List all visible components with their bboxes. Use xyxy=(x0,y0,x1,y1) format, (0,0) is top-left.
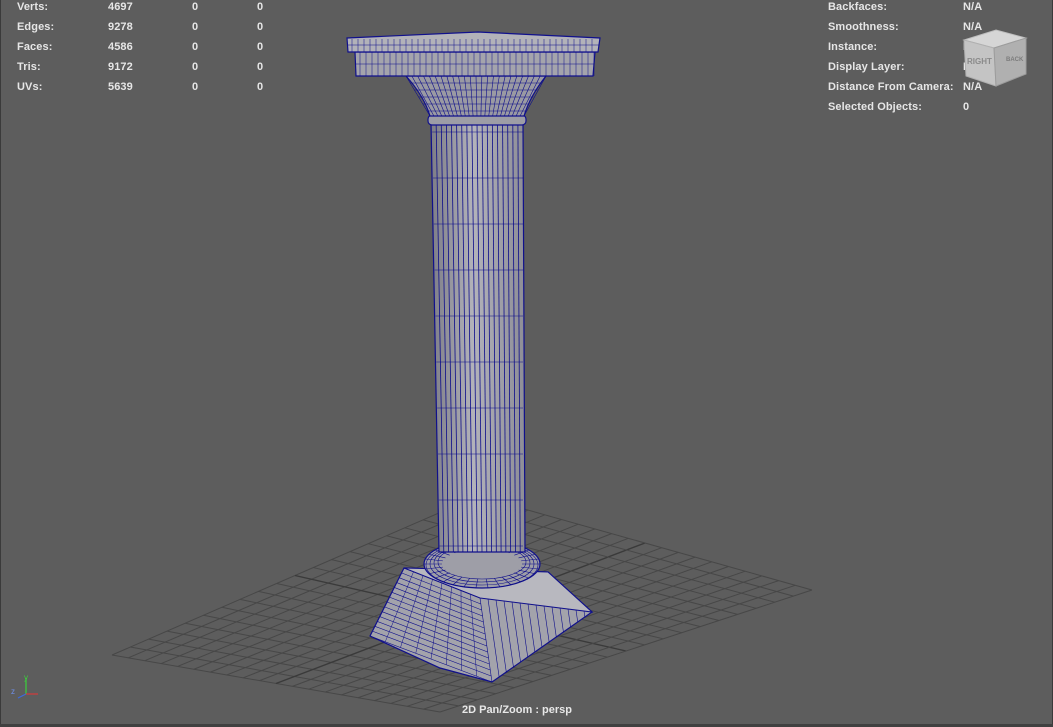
poly-count-label: Faces: xyxy=(17,41,53,53)
poly-count-value: 9172 xyxy=(108,61,133,73)
axis-z-line xyxy=(17,693,27,699)
poly-count-value: 0 xyxy=(192,61,199,73)
object-detail-value: N/A xyxy=(963,1,983,13)
object-detail-label: Distance From Camera: xyxy=(828,81,954,93)
viewcube-back-label: BACK xyxy=(1006,57,1024,63)
axis-y-label: y xyxy=(24,673,28,682)
object-detail-value: 0 xyxy=(963,101,970,113)
viewcube-right-label: RIGHT xyxy=(967,57,992,66)
poly-count-value: 0 xyxy=(192,21,199,33)
axis-z-label: z xyxy=(11,687,15,696)
object-detail-label: Instance: xyxy=(828,41,878,53)
viewport-left-border xyxy=(0,0,1,727)
viewport-persp[interactable]: Verts: 4697 0 0 Edges: 9278 0 0 Faces: 4586 0 0 Tris… xyxy=(0,0,1053,727)
poly-count-value: 0 xyxy=(192,41,199,53)
object-detail-label: Selected Objects: xyxy=(828,101,923,113)
axis-gizmo: y z xyxy=(11,673,38,699)
object-detail-label: Backfaces: xyxy=(828,1,888,13)
camera-status-label: 2D Pan/Zoom : persp xyxy=(461,704,573,716)
poly-count-value: 5639 xyxy=(108,81,133,93)
poly-count-value: 9278 xyxy=(108,21,133,33)
viewcube[interactable]: RIGHT BACK xyxy=(960,26,1030,90)
poly-count-label: Edges: xyxy=(17,21,55,33)
poly-count-value: 0 xyxy=(257,41,264,53)
poly-count-value: 0 xyxy=(192,81,199,93)
poly-count-value: 0 xyxy=(257,81,264,93)
poly-count-value: 4586 xyxy=(108,41,133,53)
poly-count-label: Verts: xyxy=(17,1,49,13)
object-detail-label: Display Layer: xyxy=(828,61,905,73)
poly-count-label: Tris: xyxy=(17,61,41,73)
poly-count-value: 0 xyxy=(257,1,264,13)
poly-count-value: 0 xyxy=(257,21,264,33)
poly-count-label: UVs: xyxy=(17,81,43,93)
object-detail-label: Smoothness: xyxy=(828,21,899,33)
poly-count-value: 0 xyxy=(192,1,199,13)
poly-count-value: 0 xyxy=(257,61,264,73)
poly-count-value: 4697 xyxy=(108,1,133,13)
